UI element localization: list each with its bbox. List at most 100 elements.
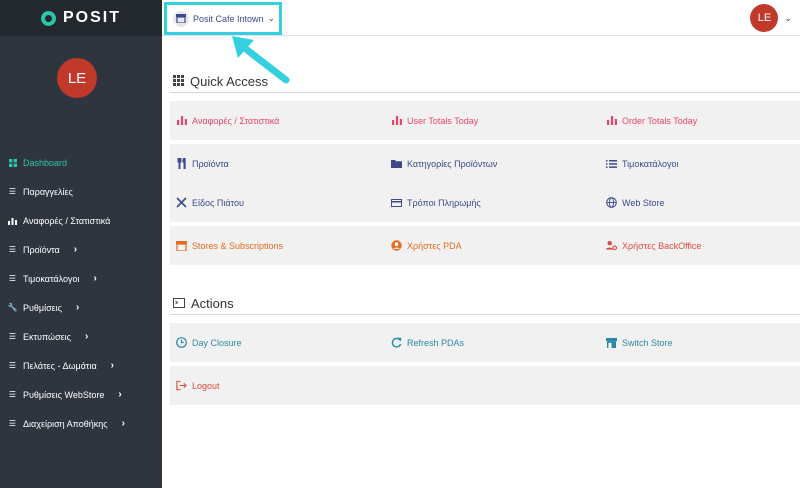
switch-store-button[interactable]: Switch Store [606,323,673,362]
sidebar-item-label: Τιμοκατάλογοι [23,273,80,284]
terminal-icon [173,296,185,311]
sidebar-item-label: Ρυθμίσεις [23,302,63,313]
list-icon: ☰ [8,419,17,428]
quick-link-label: Είδος Πιάτου [192,197,244,208]
sidebar-avatar[interactable]: LE [57,58,97,98]
refresh-icon [391,337,402,348]
sidebar-item-reports[interactable]: Αναφορές / Στατιστικά [0,206,162,235]
globe-icon [606,197,617,208]
quick-access-header: Quick Access [173,74,268,89]
quick-link-products[interactable]: Προϊόντα [176,144,229,183]
chevron-right-icon: › [110,360,115,371]
refresh-pdas-button[interactable]: Refresh PDAs [391,323,464,362]
sidebar-item-label: Αναφορές / Στατιστικά [23,215,111,226]
bar-chart-icon [176,115,187,126]
action-label: Day Closure [192,337,242,348]
store-selector-label: Posit Cafe Intown [193,13,264,24]
store-selector[interactable]: Posit Cafe Intown ⌄ [164,2,282,35]
quick-link-pda-users[interactable]: Χρήστες PDA [391,226,462,265]
store-icon [606,337,617,348]
sidebar-item-products[interactable]: ☰ Προϊόντα › [0,235,162,264]
posit-logo-icon [40,10,56,26]
bar-chart-icon [8,216,17,225]
quick-link-pricelists[interactable]: Τιμοκατάλογοι [606,144,678,183]
store-icon [173,10,189,27]
quick-access-row: Αναφορές / Στατιστικά User Totals Today … [170,101,800,140]
utensils-cross-icon [176,197,187,208]
quick-link-stores-subscriptions[interactable]: Stores & Subscriptions [176,226,283,265]
store-icon [176,240,187,251]
bar-chart-icon [606,115,617,126]
sidebar-item-label: Dashboard [23,157,68,168]
quick-link-dish-types[interactable]: Είδος Πιάτου [176,183,244,222]
logout-button[interactable]: Logout [176,366,220,405]
day-closure-button[interactable]: Day Closure [176,323,242,362]
quick-access-title: Quick Access [190,74,269,89]
chevron-right-icon: › [85,331,89,342]
actions-title: Actions [191,296,234,311]
sidebar-item-customers-rooms[interactable]: ☰ Πελάτες - Δωμάτια › [0,351,162,380]
logout-icon [176,380,187,391]
sidebar-item-printing[interactable]: ☰ Εκτυπώσεις › [0,322,162,351]
grid-icon [8,158,17,167]
quick-link-payment-methods[interactable]: Τρόποι Πληρωμής [391,183,481,222]
sidebar-item-label: Διαχείριση Αποθήκης [23,418,108,429]
chevron-down-icon: ⌄ [267,13,276,23]
fork-knife-icon [176,158,187,169]
avatar: LE [750,4,779,32]
list-icon: ☰ [8,361,17,370]
folder-icon [391,158,402,169]
list-icon: ☰ [8,187,17,196]
logo-text: POSIT [62,9,121,26]
quick-link-user-totals[interactable]: User Totals Today [391,101,478,140]
chevron-right-icon: › [73,244,78,255]
quick-link-label: Αναφορές / Στατιστικά [192,115,280,126]
sidebar-item-label: Εκτυπώσεις [23,331,71,342]
divider [170,92,800,93]
user-circle-icon [391,240,402,251]
chevron-right-icon: › [121,418,125,429]
logo[interactable]: POSIT [0,0,162,36]
actions-header: Actions [173,296,234,311]
chevron-down-icon: ⌄ [784,12,792,23]
user-menu[interactable]: LE ⌄ [750,4,792,32]
sidebar-item-dashboard[interactable]: Dashboard [0,148,162,177]
quick-link-label: Χρήστες BackOffice [622,240,702,251]
quick-link-label: Τρόποι Πληρωμής [407,197,481,208]
sidebar-item-label: Πελάτες - Δωμάτια [23,360,97,371]
list-icon: ☰ [8,274,17,283]
quick-link-order-totals[interactable]: Order Totals Today [606,101,697,140]
wrench-icon: 🔧 [7,303,18,312]
sidebar-nav: Dashboard ☰ Παραγγελίες Αναφορές / Στατι… [0,148,162,438]
user-gear-icon [606,240,617,251]
chevron-right-icon: › [93,273,97,284]
list-icon: ☰ [8,332,17,341]
top-bar: Posit Cafe Intown ⌄ LE ⌄ [162,0,800,36]
quick-link-backoffice-users[interactable]: Χρήστες BackOffice [606,226,701,265]
actions-row: Day Closure Refresh PDAs Switch Store [170,323,800,362]
actions-row: Logout [170,366,800,405]
sidebar-item-pricelists[interactable]: ☰ Τιμοκατάλογοι › [0,264,162,293]
quick-link-reports[interactable]: Αναφορές / Στατιστικά [176,101,279,140]
action-label: Refresh PDAs [407,337,465,348]
quick-link-label: Χρήστες PDA [407,240,462,251]
clock-icon [176,337,187,348]
quick-link-product-categories[interactable]: Κατηγορίες Προϊόντων [391,144,497,183]
sidebar-item-orders[interactable]: ☰ Παραγγελίες [0,177,162,206]
action-label: Logout [192,380,220,391]
quick-link-label: Προϊόντα [192,158,229,169]
chevron-right-icon: › [76,302,80,313]
sidebar-item-webstore-settings[interactable]: ☰ Ρυθμίσεις WebStore › [0,380,162,409]
quick-access-row: Stores & Subscriptions Χρήστες PDA Χρήστ… [170,226,800,265]
list-icon [606,158,617,169]
sidebar-item-settings[interactable]: 🔧 Ρυθμίσεις › [0,293,162,322]
quick-link-label: Web Store [622,197,665,208]
list-icon: ☰ [8,390,17,399]
quick-link-label: Τιμοκατάλογοι [622,158,679,169]
quick-link-web-store[interactable]: Web Store [606,183,664,222]
action-label: Switch Store [622,337,673,348]
sidebar-item-warehouse[interactable]: ☰ Διαχείριση Αποθήκης › [0,409,162,438]
sidebar-item-label: Παραγγελίες [23,186,73,197]
sidebar: POSIT LE Dashboard ☰ Παραγγελίες Αναφορέ… [0,0,162,488]
quick-access-row: Προϊόντα Κατηγορίες Προϊόντων Τιμοκατάλο… [170,144,800,183]
